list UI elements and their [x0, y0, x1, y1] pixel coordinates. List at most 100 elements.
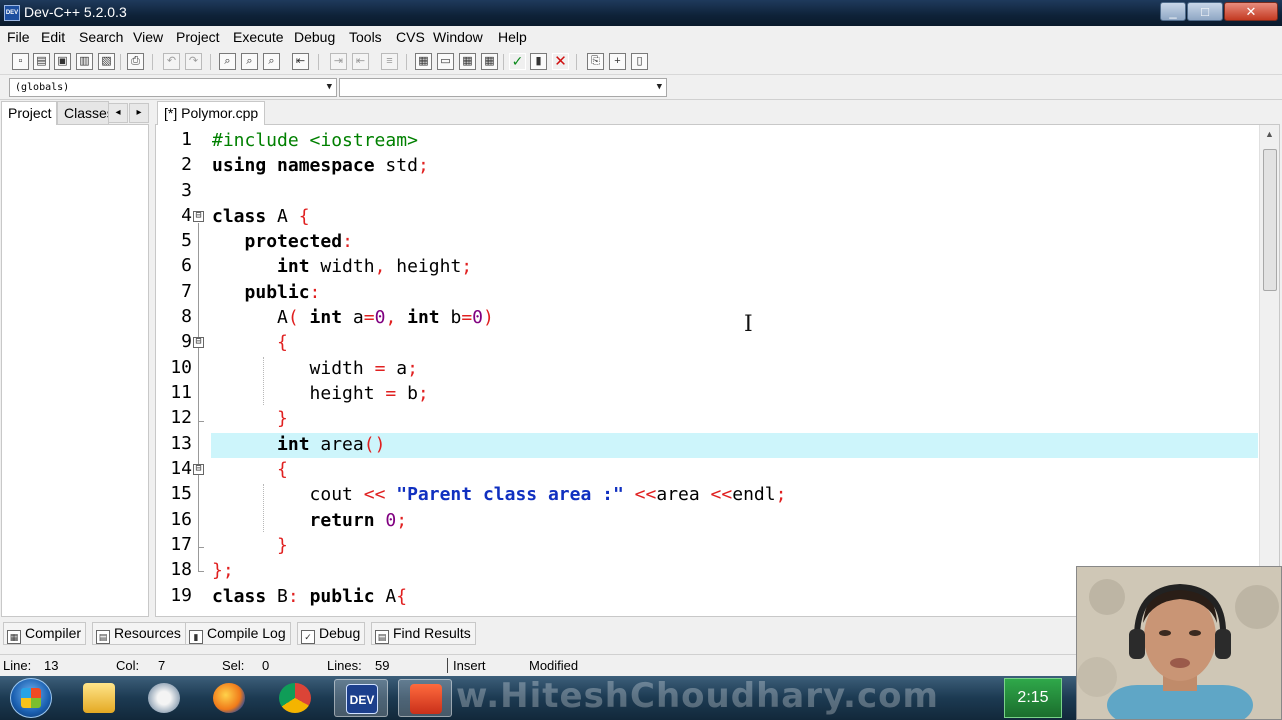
editor-vertical-scrollbar[interactable]: ▲: [1259, 125, 1279, 616]
class-browser-bar: (globals) ▼ ▼: [0, 76, 1282, 100]
code-line[interactable]: };: [212, 558, 234, 583]
code-line[interactable]: width = a;: [212, 356, 418, 381]
code-editor[interactable]: ⊟ ⊟ ⊟ 1 2 3 4 5 6 7 8 9 10 11 12 13 14 1…: [155, 124, 1280, 617]
fold-toggle-icon[interactable]: ⊟: [193, 211, 204, 222]
menu-window[interactable]: Window: [433, 29, 483, 45]
tab-project[interactable]: Project: [1, 101, 57, 125]
editor-tab-polymor[interactable]: [*] Polymor.cpp: [157, 101, 266, 125]
line-number: 2: [181, 154, 192, 175]
code-line[interactable]: {: [212, 330, 288, 355]
line-number: 17: [170, 534, 192, 555]
scrollbar-thumb[interactable]: [1263, 149, 1277, 291]
tab-scroll-left-icon[interactable]: ◂: [108, 103, 128, 123]
indent-icon[interactable]: ⇥: [330, 53, 347, 70]
debug-icon[interactable]: ⎘: [587, 53, 604, 70]
tab-compiler[interactable]: ▦ Compiler: [3, 622, 87, 645]
new-project-icon[interactable]: ▦: [415, 53, 432, 70]
code-line[interactable]: {: [212, 457, 288, 482]
member-combo[interactable]: ▼: [339, 78, 667, 97]
title-bar: DEV Dev-C++ 5.2.0.3 _ □ ✕: [0, 0, 1282, 26]
goto-line-icon[interactable]: ⇤: [292, 53, 309, 70]
menu-tools[interactable]: Tools: [349, 29, 382, 45]
menu-file[interactable]: File: [7, 29, 30, 45]
chevron-down-icon[interactable]: ▼: [657, 79, 662, 96]
minimize-button[interactable]: _: [1160, 2, 1186, 21]
menu-execute[interactable]: Execute: [233, 29, 284, 45]
taskbar-chrome[interactable]: [268, 679, 322, 717]
line-number: 5: [181, 230, 192, 251]
code-line[interactable]: int area(): [212, 432, 385, 457]
scroll-up-icon[interactable]: ▲: [1265, 129, 1274, 139]
save-icon[interactable]: ▣: [54, 53, 71, 70]
stop-icon[interactable]: ✕: [552, 53, 569, 70]
taskbar-devcpp[interactable]: DEV: [334, 679, 388, 717]
menu-help[interactable]: Help: [498, 29, 527, 45]
tab-resources[interactable]: ▤ Resources: [92, 622, 186, 645]
replace-icon[interactable]: ⌕: [241, 53, 258, 70]
find-icon[interactable]: ⌕: [219, 53, 236, 70]
tab-scroll-right-icon[interactable]: ▸: [129, 103, 149, 123]
code-line[interactable]: return 0;: [212, 508, 408, 533]
line-number: 6: [181, 255, 192, 276]
code-line[interactable]: }: [212, 533, 288, 558]
fold-toggle-icon[interactable]: ⊟: [193, 464, 204, 475]
add-watch-icon[interactable]: +: [609, 53, 626, 70]
new-file-icon[interactable]: ▫: [12, 53, 29, 70]
save-all-icon[interactable]: ▥: [76, 53, 93, 70]
code-line[interactable]: protected:: [212, 229, 353, 254]
open-icon[interactable]: ▤: [33, 53, 50, 70]
code-line[interactable]: }: [212, 406, 288, 431]
watermark-text: w.HiteshChoudhary.com: [456, 676, 939, 716]
toolbar-separator: [120, 54, 121, 70]
taskbar-clock[interactable]: 2:15: [1004, 678, 1062, 718]
menu-cvs[interactable]: CVS: [396, 29, 425, 45]
undo-icon[interactable]: ↶: [163, 53, 180, 70]
menu-debug[interactable]: Debug: [294, 29, 335, 45]
redo-icon[interactable]: ↷: [185, 53, 202, 70]
unindent-icon[interactable]: ⇤: [352, 53, 369, 70]
code-line[interactable]: using namespace std;: [212, 153, 429, 178]
taskbar-explorer[interactable]: [72, 679, 126, 717]
code-line[interactable]: class A {: [212, 204, 310, 229]
tab-debug[interactable]: ✓ Debug: [297, 622, 366, 645]
chevron-down-icon[interactable]: ▼: [327, 79, 332, 96]
compile-run-icon[interactable]: ▦: [481, 53, 498, 70]
menu-view[interactable]: View: [133, 29, 163, 45]
close-button[interactable]: ✕: [1224, 2, 1278, 21]
scope-combo[interactable]: (globals) ▼: [9, 78, 337, 97]
tab-classes[interactable]: Classes: [57, 101, 109, 125]
compile-icon[interactable]: ▭: [437, 53, 454, 70]
line-number: 16: [170, 509, 192, 530]
tab-find-results[interactable]: ▤ Find Results: [371, 622, 476, 645]
taskbar-paint[interactable]: [137, 679, 191, 717]
find-next-icon[interactable]: ⌕: [263, 53, 280, 70]
code-line[interactable]: public:: [212, 280, 321, 305]
status-insert-mode: Insert: [447, 658, 486, 673]
code-line[interactable]: int width, height;: [212, 254, 472, 279]
code-line[interactable]: #include <iostream>: [212, 128, 418, 153]
menu-edit[interactable]: Edit: [41, 29, 65, 45]
code-line[interactable]: class B: public A{: [212, 584, 407, 609]
maximize-button[interactable]: □: [1187, 2, 1223, 21]
toggle-comment-icon[interactable]: ≡: [381, 53, 398, 70]
code-line[interactable]: A( int a=0, int b=0): [212, 305, 494, 330]
syntax-check-icon[interactable]: ✓: [509, 53, 526, 70]
run-icon[interactable]: ▦: [459, 53, 476, 70]
code-line[interactable]: cout << "Parent class area :" <<area <<e…: [212, 482, 787, 507]
bookmark-icon[interactable]: ▯: [631, 53, 648, 70]
print-icon[interactable]: ⎙: [127, 53, 144, 70]
fold-end: [198, 547, 204, 548]
code-line[interactable]: height = b;: [212, 381, 429, 406]
chart-icon[interactable]: ▮: [530, 53, 547, 70]
taskbar-firefox[interactable]: [202, 679, 256, 717]
window-title: Dev-C++ 5.2.0.3: [24, 4, 127, 20]
tab-find-results-label: Find Results: [393, 625, 471, 641]
menu-search[interactable]: Search: [79, 29, 123, 45]
taskbar-app[interactable]: [398, 679, 452, 717]
start-button[interactable]: [10, 678, 52, 718]
project-tree[interactable]: [1, 124, 149, 617]
tab-compile-log[interactable]: ▮ Compile Log: [185, 622, 291, 645]
fold-toggle-icon[interactable]: ⊟: [193, 337, 204, 348]
menu-project[interactable]: Project: [176, 29, 220, 45]
close-file-icon[interactable]: ▧: [98, 53, 115, 70]
